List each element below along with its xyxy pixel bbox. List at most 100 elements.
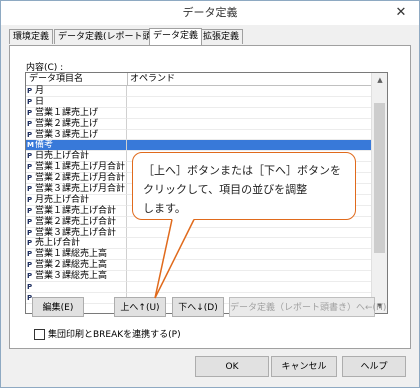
list-item[interactable]: P 営業３課総売上高 [26,271,371,283]
item-name-cell[interactable]: P 営業２課売上げ月合計 [26,173,127,185]
list-item[interactable]: P日 [26,96,371,108]
print-item-icon: P [27,163,33,172]
link-group-print-break-label: 集団印刷とBREAKを連携する(P) [48,330,181,340]
operand-cell[interactable] [127,86,371,97]
print-item-icon: P [27,152,33,161]
item-name: 営業３課売上げ合計 [35,227,117,238]
print-item-icon: P [27,108,33,117]
print-item-icon: P [27,283,33,292]
title-bar: データ定義 ✕ [1,1,419,25]
column-header-operand[interactable]: オペランド [128,73,175,85]
to-report-heading-button[interactable]: データ定義（レポート頭書き）へ←(H) [229,297,386,317]
item-name: 備考 [35,140,54,151]
list-item[interactable]: P 営業１課総売上高 [26,249,371,261]
item-name-cell[interactable]: P 日売上げ合計 [26,151,127,163]
item-name: 営業２課売上げ [35,118,99,129]
help-button[interactable]: ヘルプ [342,356,406,377]
operand-cell[interactable] [127,249,371,261]
list-item[interactable]: P月 [26,86,371,97]
list-item[interactable]: M 備考 [26,140,371,152]
scroll-up-arrow-icon[interactable]: ▲ [372,73,387,87]
window-title: データ定義 [182,6,238,19]
item-name: 営業２課売上げ月合計 [35,173,126,184]
item-name-cell[interactable]: P 営業３課売上げ月合計 [26,184,127,195]
item-name-cell[interactable]: P 営業２課売上げ [26,118,127,130]
move-up-button[interactable]: 上へ↑(U) [114,297,166,317]
cancel-button[interactable]: キャンセル [271,356,337,377]
item-name: 営業１課売上げ [35,107,99,118]
operand-cell[interactable] [127,119,371,130]
item-name: 日 [35,96,45,107]
item-name-cell[interactable]: P 月売上げ合計 [26,194,127,206]
operand-cell[interactable] [127,260,371,272]
callout-line-3: します。 [143,202,186,215]
print-item-icon: P [27,185,33,194]
print-item-icon: P [27,195,33,204]
list-item[interactable]: P 営業２課総売上高 [26,260,371,272]
callout-text: ［上へ］ボタンまたは［下へ］ボタンを クリックして、項目の並びを調整 します。 [143,161,351,218]
list-header: データ項目名 オペランド [26,73,371,86]
close-button[interactable]: ✕ [387,4,415,21]
scrollbar-thumb[interactable] [374,103,385,253]
operand-cell[interactable] [127,140,371,152]
operand-cell[interactable] [127,282,371,293]
item-name-cell[interactable]: P 営業２課売上げ合計 [26,216,127,228]
column-header-item-name[interactable]: データ項目名 [26,73,128,85]
item-name-cell[interactable]: P 営業１課売上げ月合計 [26,162,127,174]
instruction-callout: ［上へ］ボタンまたは［下へ］ボタンを クリックして、項目の並びを調整 します。 [132,152,356,220]
vertical-scrollbar[interactable]: ▲ ▼ [371,73,387,313]
item-name-cell[interactable]: P 営業３課売上げ合計 [26,227,127,239]
item-name-cell[interactable]: P月 [26,86,127,97]
print-item-icon: P [27,130,33,139]
memo-item-icon: M [27,141,34,150]
print-item-icon: P [27,97,33,106]
item-name: 営業３課売上げ [35,129,99,140]
callout-line-1: ［上へ］ボタンまたは［下へ］ボタンを [143,164,341,177]
item-name-cell[interactable]: P 営業１課総売上高 [26,249,127,261]
item-name: 営業２課売上げ合計 [35,216,117,227]
list-item[interactable]: P 営業３課売上げ [26,129,371,141]
tab-data-definition[interactable]: データ定義 [149,28,203,45]
list-item[interactable]: P [26,282,371,293]
list-item[interactable]: P 営業１課売上げ [26,107,371,119]
edit-button[interactable]: 編集(E) [32,297,84,317]
print-item-icon: P [27,228,33,237]
operand-cell[interactable] [127,97,371,108]
operand-cell[interactable] [127,228,371,239]
operand-cell[interactable] [127,271,371,283]
print-item-icon: P [27,239,33,248]
list-item[interactable]: P 営業３課売上げ合計 [26,227,371,239]
print-item-icon: P [27,250,33,259]
tab-environment[interactable]: 環境定義 [9,29,54,44]
print-item-icon: P [27,174,33,183]
item-name: 営業１課売上げ合計 [35,205,117,216]
operand-cell[interactable] [127,238,371,250]
item-name: 営業３課総売上高 [35,271,108,282]
move-down-button[interactable]: 下へ↓(D) [172,297,224,317]
item-name: 月 [35,86,45,96]
item-name: 営業３課売上げ月合計 [35,184,126,195]
item-name: 営業１課売上げ月合計 [35,162,126,173]
item-name: 日売上げ合計 [35,151,90,162]
item-name: 営業１課総売上高 [35,249,108,260]
item-name-cell[interactable]: P日 [26,96,127,108]
ok-button[interactable]: OK [195,356,269,377]
item-name-cell[interactable]: P 営業１課売上げ合計 [26,205,127,217]
item-name: 売上げ合計 [35,238,81,249]
item-name-cell[interactable]: P 営業３課売上げ [26,129,127,141]
item-name-cell[interactable]: P [26,282,127,293]
link-group-print-break-checkbox[interactable] [34,329,45,340]
list-item[interactable]: P 売上げ合計 [26,238,371,250]
list-item[interactable]: P 営業２課売上げ [26,118,371,130]
operand-cell[interactable] [127,108,371,119]
print-item-icon: P [27,261,33,270]
print-item-icon: P [27,272,33,281]
item-name-cell[interactable]: P 営業１課売上げ [26,107,127,119]
item-name-cell[interactable]: P 営業２課総売上高 [26,260,127,272]
item-name-cell[interactable]: P 売上げ合計 [26,238,127,250]
operand-cell[interactable] [127,130,371,141]
item-name-cell[interactable]: M 備考 [26,140,127,152]
tab-extended-definition[interactable]: 拡張定義 [199,29,244,44]
print-item-icon: P [27,87,33,95]
item-name-cell[interactable]: P 営業３課総売上高 [26,271,127,283]
